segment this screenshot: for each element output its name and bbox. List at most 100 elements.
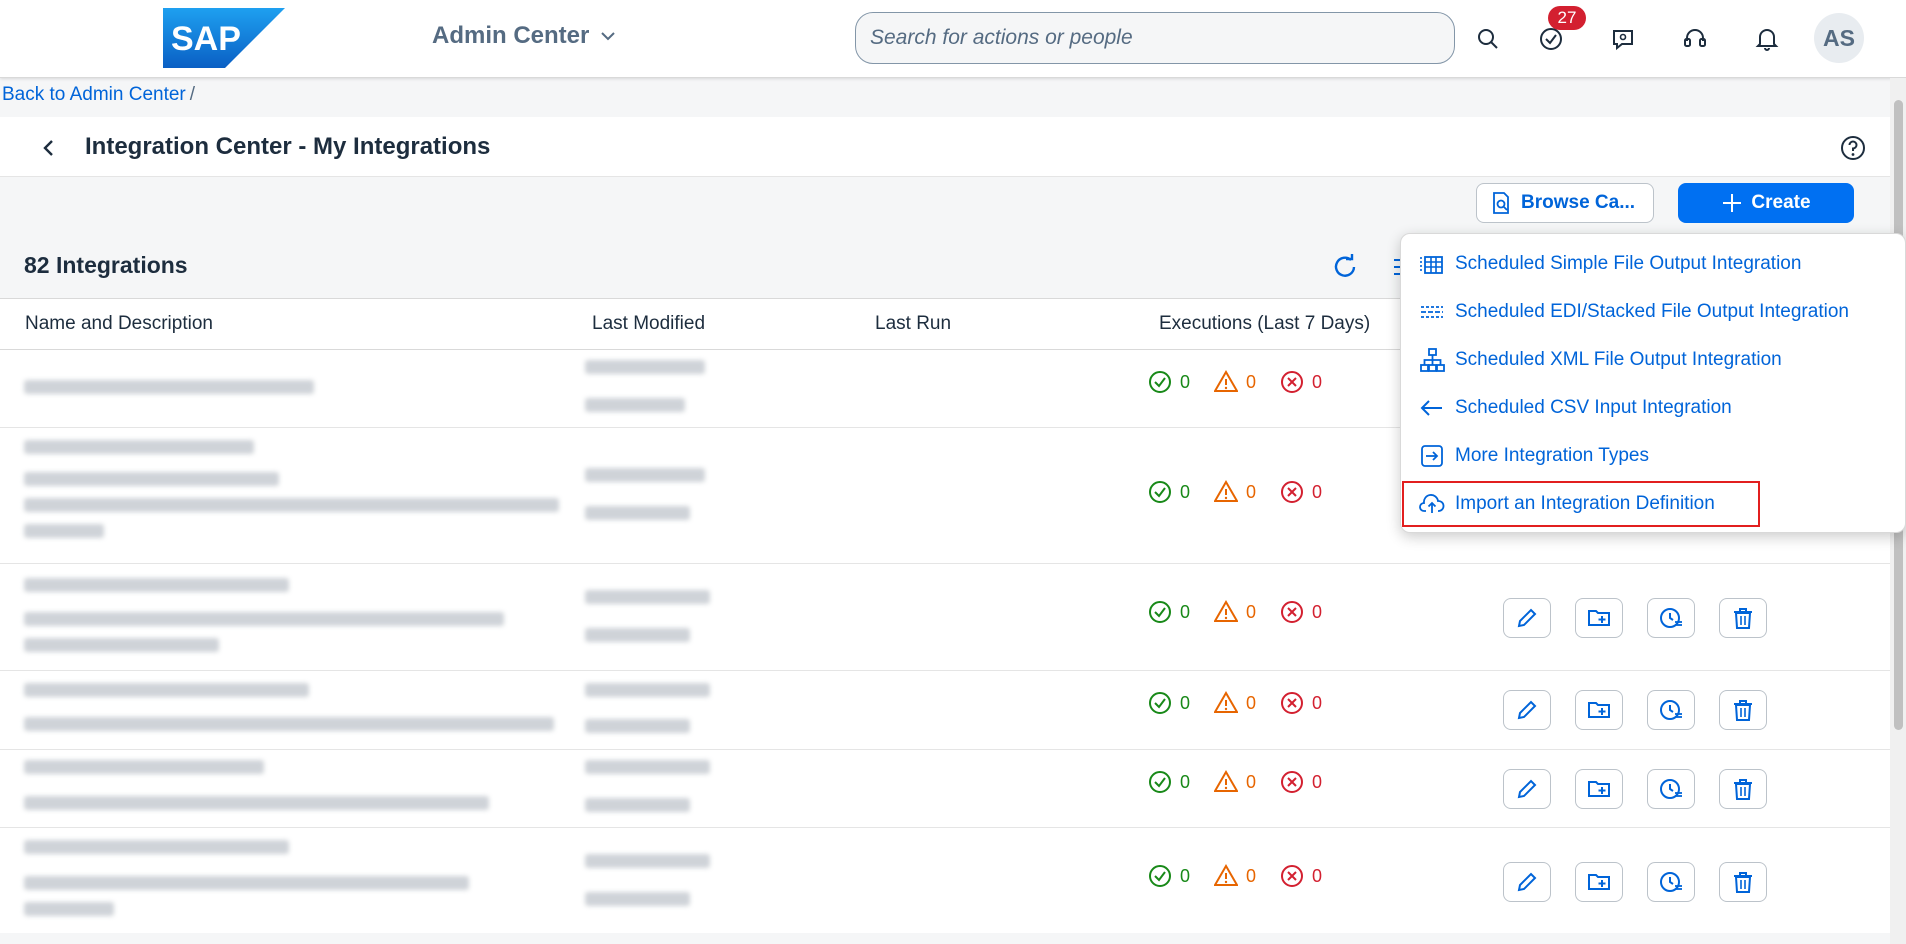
breadcrumb: Back to Admin Center /: [2, 84, 195, 106]
success-count: 0: [1180, 481, 1191, 502]
stacked-lines-icon: [1421, 306, 1443, 318]
success-icon: [1149, 692, 1171, 714]
column-header-last-run[interactable]: Last Run: [875, 313, 951, 335]
feedback-icon: [1613, 30, 1633, 51]
table-row[interactable]: 0 0 0: [0, 828, 1890, 933]
save-as-button[interactable]: [1575, 690, 1623, 730]
save-as-button[interactable]: [1575, 598, 1623, 638]
refresh-icon[interactable]: [1330, 252, 1360, 282]
row-actions: [1503, 769, 1767, 809]
menu-item-edi-stacked-output[interactable]: Scheduled EDI/Stacked File Output Integr…: [1419, 292, 1849, 332]
warning-count-cell: 0: [1214, 864, 1256, 888]
success-count-cell: 0: [1148, 600, 1190, 624]
search-input[interactable]: [870, 26, 1454, 50]
breadcrumb-back-link[interactable]: Back to Admin Center: [2, 84, 186, 105]
app-title: Admin Center: [432, 22, 590, 49]
delete-button[interactable]: [1719, 862, 1767, 902]
edit-button[interactable]: [1503, 598, 1551, 638]
warning-icon: [1214, 691, 1239, 713]
page-header: Integration Center - My Integrations: [0, 117, 1890, 177]
user-avatar[interactable]: AS: [1814, 13, 1864, 63]
executions-summary: 0 0 0: [1148, 691, 1346, 715]
delete-button[interactable]: [1719, 598, 1767, 638]
error-icon: [1281, 371, 1304, 393]
menu-item-label: Scheduled XML File Output Integration: [1455, 349, 1782, 370]
success-count: 0: [1180, 692, 1191, 713]
chevron-down-icon: [601, 32, 616, 41]
menu-item-simple-file-output[interactable]: Scheduled Simple File Output Integration: [1419, 244, 1801, 284]
warning-count: 0: [1246, 692, 1257, 713]
run-history-button[interactable]: [1647, 769, 1695, 809]
error-icon: [1281, 481, 1304, 503]
table-row[interactable]: 0 0 0: [0, 750, 1890, 828]
search-icon: [1478, 29, 1498, 49]
history-icon: [1660, 872, 1682, 892]
browse-catalog-label: Browse Ca...: [1521, 192, 1636, 213]
row-actions: [1503, 598, 1767, 638]
back-button[interactable]: [34, 133, 64, 163]
column-header-executions[interactable]: Executions (Last 7 Days): [1159, 313, 1370, 335]
error-count: 0: [1312, 371, 1323, 392]
executions-summary: 0 0 0: [1148, 864, 1346, 888]
menu-item-label: Scheduled Simple File Output Integration: [1455, 253, 1802, 274]
error-count-cell: 0: [1280, 770, 1322, 794]
table-row[interactable]: 0 0 0: [0, 564, 1890, 671]
error-count: 0: [1312, 692, 1323, 713]
add-folder-icon: [1588, 874, 1610, 890]
executions-summary: 0 0 0: [1148, 600, 1346, 624]
edit-button[interactable]: [1503, 862, 1551, 902]
error-count-cell: 0: [1280, 600, 1322, 624]
search-button[interactable]: [1470, 21, 1506, 57]
add-folder-icon: [1588, 610, 1610, 626]
success-count: 0: [1180, 371, 1191, 392]
error-count: 0: [1312, 601, 1323, 622]
feedback-button[interactable]: [1605, 21, 1641, 57]
warning-icon: [1214, 770, 1239, 792]
column-header-name[interactable]: Name and Description: [25, 313, 213, 335]
menu-item-xml-output[interactable]: Scheduled XML File Output Integration: [1419, 340, 1782, 380]
support-button[interactable]: [1677, 21, 1713, 57]
app-title-menu[interactable]: Admin Center: [432, 22, 617, 50]
save-as-button[interactable]: [1575, 769, 1623, 809]
enter-icon: [1421, 445, 1443, 467]
error-icon: [1281, 601, 1304, 623]
arrow-left-icon: [1420, 400, 1442, 416]
edit-button[interactable]: [1503, 769, 1551, 809]
run-history-button[interactable]: [1647, 862, 1695, 902]
trash-icon: [1734, 700, 1752, 721]
hierarchy-icon: [1420, 348, 1445, 372]
table-row[interactable]: 0 0 0: [0, 671, 1890, 750]
warning-icon: [1214, 864, 1239, 886]
column-header-last-modified[interactable]: Last Modified: [592, 313, 705, 335]
breadcrumb-separator: /: [189, 84, 196, 105]
delete-button[interactable]: [1719, 769, 1767, 809]
menu-item-csv-input[interactable]: Scheduled CSV Input Integration: [1419, 388, 1732, 428]
error-count: 0: [1312, 865, 1323, 886]
error-icon: [1281, 771, 1304, 793]
save-as-button[interactable]: [1575, 862, 1623, 902]
success-icon: [1149, 371, 1171, 393]
success-count-cell: 0: [1148, 864, 1190, 888]
executions-summary: 0 0 0: [1148, 480, 1346, 504]
notification-count-badge: 27: [1548, 6, 1586, 30]
run-history-button[interactable]: [1647, 690, 1695, 730]
support-icon: [1684, 29, 1706, 47]
warning-count-cell: 0: [1214, 370, 1256, 394]
create-button[interactable]: Create: [1678, 183, 1854, 223]
warning-icon: [1214, 600, 1239, 622]
notifications-button[interactable]: [1749, 21, 1785, 57]
trash-icon: [1734, 872, 1752, 893]
menu-item-more-types[interactable]: More Integration Types: [1419, 436, 1649, 476]
warning-icon: [1214, 480, 1239, 502]
success-icon: [1149, 865, 1171, 887]
browse-catalog-button[interactable]: Browse Ca...: [1476, 183, 1654, 223]
sap-logo[interactable]: SAP: [163, 8, 285, 68]
error-count-cell: 0: [1280, 691, 1322, 715]
run-history-button[interactable]: [1647, 598, 1695, 638]
edit-button[interactable]: [1503, 690, 1551, 730]
help-icon[interactable]: [1838, 133, 1868, 163]
history-icon: [1660, 700, 1682, 720]
pencil-icon: [1517, 872, 1537, 892]
search-field[interactable]: [855, 12, 1455, 64]
delete-button[interactable]: [1719, 690, 1767, 730]
